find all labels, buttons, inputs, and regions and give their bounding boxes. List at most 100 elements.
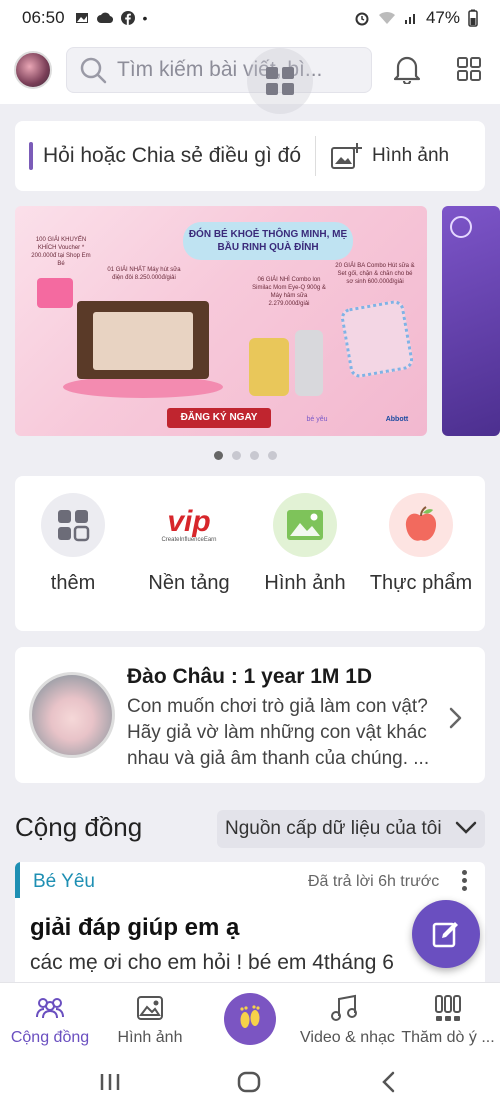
create-post-button[interactable] [412,900,480,968]
tab-label: Hình ảnh [117,1029,183,1046]
post-composer[interactable]: Hỏi hoặc Chia sẻ điều gì đó Hình ảnh [15,121,485,191]
dot-indicator: • [142,10,148,26]
tab-video-music[interactable]: Video & nhạc [300,993,395,1047]
bottom-navigation: Cộng đồng Hình ảnh Video & nhạc Thăm dò … [0,982,500,1054]
chevron-down-icon [455,821,477,834]
baby-blanket-image [339,298,415,380]
image-icon [273,493,337,557]
pagination-dot[interactable] [232,451,241,460]
post-time: Đã trả lời 6h trước [308,873,440,890]
promo-banner[interactable]: ĐÓN BÉ KHOẺ THÔNG MINH, MẸ BẦU RINH QUÀ … [15,206,427,436]
tab-community[interactable]: Cộng đồng [10,993,90,1047]
formula-can-image [249,338,289,396]
brand-abbott: Abbott [385,416,409,423]
chevron-right-icon[interactable] [449,707,463,729]
feed-source-label: Nguồn cấp dữ liệu của tôi [225,818,442,839]
pagination-dot[interactable] [250,451,259,460]
apps-grid-icon [266,67,294,95]
bell-icon [393,56,421,86]
menu-grid-button[interactable] [456,56,482,87]
alarm-icon [355,12,369,26]
diary-body: Con muốn chơi trò giả làm con vật? Hãy g… [127,696,430,769]
apple-icon [389,493,453,557]
register-now-button[interactable]: ĐĂNG KÝ NGAY [167,408,271,428]
banner-prize-third: 20 GIẢI BA Combo Hút sữa & Set gối, chặn… [335,263,415,285]
banner-carousel[interactable]: ĐÓN BÉ KHOẺ THÔNG MINH, MẸ BẦU RINH QUÀ … [15,206,500,436]
brand-beyeu: bé yêu [306,416,328,423]
diary-title: Đào Châu : 1 year 1M 1D [127,665,373,688]
vip-logo-icon: vip CreateInfluenceEarn [161,505,217,544]
shortcut-images[interactable]: Hình ảnh [250,493,360,596]
shortcut-food[interactable]: Thực phẩm [366,493,476,596]
floating-menu-handle[interactable] [247,48,313,114]
wifi-icon [378,11,395,24]
status-time: 06:50 [22,8,65,27]
add-photo-icon [331,143,362,169]
feed-source-dropdown[interactable]: Nguồn cấp dữ liệu của tôi [217,810,485,848]
more-icon [41,493,105,557]
tab-label: Cộng đồng [10,1029,90,1046]
more-options-icon[interactable] [462,870,468,894]
poll-icon [435,995,461,1021]
tab-images[interactable]: Hình ảnh [110,993,190,1047]
status-bar: 06:50 • 47% [0,0,500,36]
next-banner-preview[interactable] [442,206,500,436]
baby-diary-card[interactable]: Đào Châu : 1 year 1M 1D Con muốn chơi tr… [15,647,485,783]
post-title[interactable]: giải đáp giúp em ạ [30,914,239,942]
add-image-button[interactable]: Hình ảnh [330,142,449,170]
banner-prize-second: 06 GIẢI NHÌ Combo lon Similac Mom Eye-Q … [252,277,326,307]
banner-stage [63,376,223,398]
tab-label: Thăm dò ý ... [401,1029,495,1046]
system-status: 47% [354,8,478,28]
shortcut-panel: thêm vip CreateInfluenceEarn Nền tảng Hì… [15,476,485,631]
shortcut-label: Nền tảng [148,572,230,594]
community-title: Cộng đồng [15,812,143,842]
banner-prize-consolation: 100 GIẢI KHUYẾN KHÍCH Voucher * 200.000đ… [31,237,91,267]
add-image-label: Hình ảnh [372,145,450,166]
shortcut-platform[interactable]: vip CreateInfluenceEarn Nền tảng [134,493,244,596]
music-icon [331,994,357,1021]
banner-prize-first: 01 GIẢI NHẤT Máy hút sữa điện đôi 8.250.… [107,267,181,281]
gift-image [37,278,73,308]
gallery-notification-icon [75,13,88,23]
avatar[interactable] [14,51,52,89]
baby-photo [29,672,115,758]
back-icon[interactable] [380,1070,396,1094]
bottle-warmer-image [295,330,323,396]
home-icon[interactable] [237,1070,261,1094]
footprints-icon [240,1005,260,1028]
search-input[interactable]: Tìm kiếm bài viết, bì... [66,47,372,114]
notifications-button[interactable] [393,54,421,89]
brand-logo-icon [450,216,472,238]
post-body[interactable]: các mẹ ơi cho em hỏi ! bé em 4tháng 6 [30,951,394,975]
people-icon [36,998,64,1019]
battery-percent: 47% [425,8,460,27]
notification-icons: • [75,10,148,26]
signal-icon [404,14,415,24]
banner-headline: ĐÓN BÉ KHOẺ THÔNG MINH, MẸ BẦU RINH QUÀ … [183,222,353,260]
pagination-dot[interactable] [214,451,223,460]
battery-icon [468,9,478,27]
system-navigation [0,1054,500,1111]
shortcut-more[interactable]: thêm [18,493,128,596]
facebook-icon [120,11,135,25]
image-icon [137,996,163,1020]
tab-label: Video & nhạc [300,1029,395,1046]
app-header: Tìm kiếm bài viết, bì... [0,36,500,114]
pagination-dot[interactable] [268,451,277,460]
cloud-icon [96,12,113,24]
shortcut-label: thêm [50,572,96,594]
composer-prompt[interactable]: Hỏi hoặc Chia sẻ điều gì đó [43,144,301,168]
category-accent-bar [15,862,20,898]
tab-baby-tracker[interactable] [224,993,276,1045]
shortcut-label: Thực phẩm [369,572,473,594]
divider [315,136,316,176]
edit-icon [432,922,458,948]
carousel-pagination [214,451,277,460]
recent-apps-icon[interactable] [98,1070,122,1094]
grid-icon [457,57,481,81]
breast-pump-image [93,312,193,370]
tab-polls[interactable]: Thăm dò ý ... [400,993,496,1047]
search-icon [80,57,107,84]
post-category[interactable]: Bé Yêu [33,871,95,893]
